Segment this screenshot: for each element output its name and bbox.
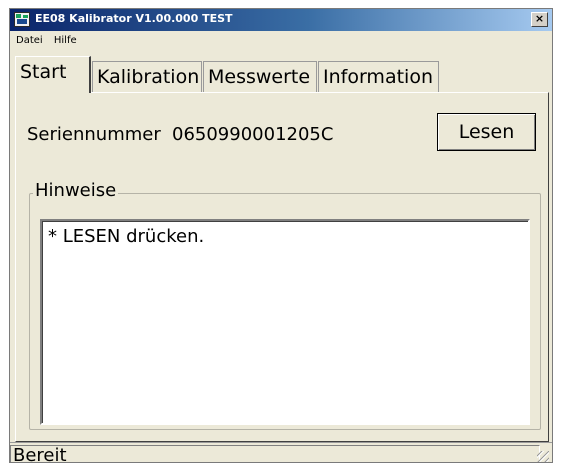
serial-number-label: Seriennummer xyxy=(27,124,161,145)
resize-grip-icon[interactable] xyxy=(537,451,549,462)
hint-line: * LESEN drücken. xyxy=(48,226,205,247)
hints-group: Hinweise * LESEN drücken. xyxy=(29,180,541,430)
tab-information[interactable]: Information xyxy=(318,61,439,92)
status-field: Bereit xyxy=(10,445,540,463)
menu-bar: Datei Hilfe xyxy=(12,33,81,51)
serial-number-value: 0650990001205C xyxy=(172,124,334,145)
title-bar[interactable]: EE08 Kalibrator V1.00.000 TEST × xyxy=(10,9,552,31)
app-window: EE08 Kalibrator V1.00.000 TEST × Datei H… xyxy=(9,8,553,463)
hints-textbox[interactable]: * LESEN drücken. xyxy=(40,219,530,425)
hints-group-label: Hinweise xyxy=(33,180,119,201)
tab-panel-start: Seriennummer 0650990001205C Lesen Hinwei… xyxy=(15,92,549,442)
close-icon[interactable]: × xyxy=(531,12,548,27)
menu-hilfe[interactable]: Hilfe xyxy=(50,33,81,48)
status-text: Bereit xyxy=(13,445,67,463)
tab-kalibration[interactable]: Kalibration xyxy=(92,61,202,92)
tab-start[interactable]: Start xyxy=(15,56,91,93)
read-button[interactable]: Lesen xyxy=(437,113,536,151)
tab-messwerte[interactable]: Messwerte xyxy=(203,61,317,92)
window-title: EE08 Kalibrator V1.00.000 TEST xyxy=(35,12,233,25)
app-icon xyxy=(14,12,30,27)
status-bar: Bereit xyxy=(10,442,552,463)
menu-datei[interactable]: Datei xyxy=(12,33,47,48)
